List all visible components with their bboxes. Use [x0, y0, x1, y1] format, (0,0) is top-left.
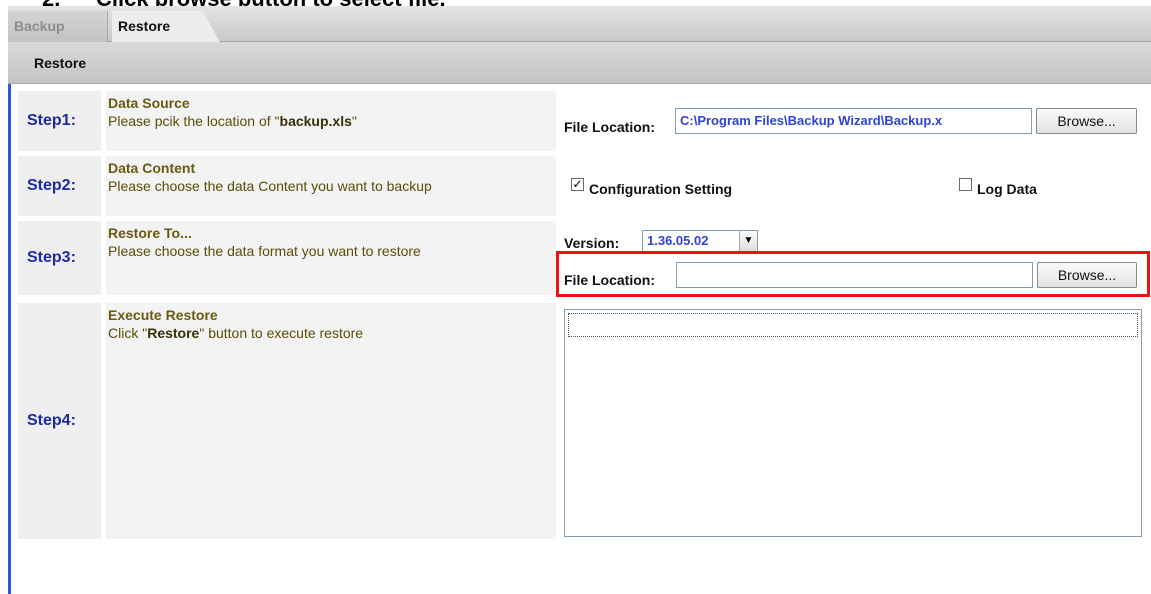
- step3-description: Restore To... Please choose the data for…: [106, 221, 556, 295]
- log-data-label: Log Data: [977, 181, 1037, 197]
- configuration-setting-label: Configuration Setting: [589, 181, 733, 197]
- step2-label: Step2:: [18, 156, 101, 216]
- step4-label: Step4:: [18, 303, 101, 539]
- step4-description: Execute Restore Click "Restore" button t…: [106, 303, 556, 539]
- step1-description: Data Source Please pcik the location of …: [106, 91, 556, 151]
- tab-strip: Backup Restore: [8, 6, 1151, 42]
- version-value: 1.36.05.02: [647, 233, 709, 248]
- version-dropdown[interactable]: 1.36.05.02 ▼: [642, 230, 758, 252]
- highlight-box: [556, 251, 1150, 297]
- step4-title: Execute Restore: [108, 307, 218, 323]
- tab-backup[interactable]: Backup: [8, 11, 108, 42]
- chevron-down-icon[interactable]: ▼: [739, 231, 757, 251]
- section-header: Restore: [8, 42, 1151, 84]
- focused-list-row[interactable]: [568, 313, 1138, 337]
- restore-log-list[interactable]: [564, 309, 1142, 537]
- log-data-checkbox[interactable]: [959, 178, 972, 191]
- restore-panel: Step1: Data Source Please pcik the locat…: [8, 84, 1151, 594]
- step1-text: Please pcik the location of "backup.xls": [108, 113, 357, 129]
- configuration-setting-checkbox[interactable]: ✓: [571, 178, 584, 191]
- step1-filename: backup.xls: [279, 113, 352, 129]
- step2-title: Data Content: [108, 160, 196, 176]
- restore-keyword: Restore: [147, 325, 200, 341]
- step1-label: Step1:: [18, 91, 101, 151]
- version-label: Version:: [564, 235, 620, 251]
- step1-title: Data Source: [108, 95, 190, 111]
- step4-text: Click "Restore" button to execute restor…: [108, 325, 364, 341]
- step3-text: Please choose the data format you want t…: [108, 243, 421, 259]
- step1-file-location-input[interactable]: C:\Program Files\Backup Wizard\Backup.x: [675, 108, 1032, 134]
- step1-browse-button[interactable]: Browse...: [1036, 108, 1137, 134]
- step3-title: Restore To...: [108, 225, 192, 241]
- tab-restore[interactable]: Restore: [112, 11, 220, 42]
- step1-file-location-label: File Location:: [564, 119, 655, 135]
- step3-label: Step3:: [18, 221, 101, 295]
- step2-text: Please choose the data Content you want …: [108, 178, 432, 194]
- step2-description: Data Content Please choose the data Cont…: [106, 156, 556, 216]
